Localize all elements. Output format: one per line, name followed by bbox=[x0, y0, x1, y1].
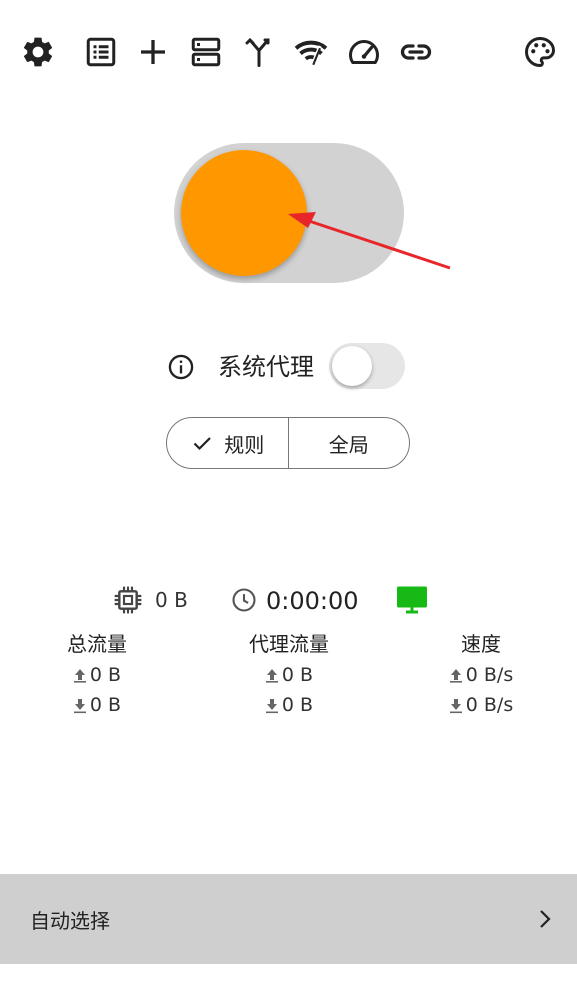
top-toolbar bbox=[0, 0, 577, 104]
mode-rule-button[interactable]: 规则 bbox=[167, 418, 288, 468]
proxy-traffic-title: 代理流量 bbox=[249, 632, 329, 656]
red-arrow-annotation bbox=[288, 212, 451, 270]
upload-icon bbox=[449, 669, 462, 683]
proxy-download: 0 B bbox=[209, 690, 369, 720]
upload-speed-value: 0 B/s bbox=[465, 664, 514, 686]
proxy-upload: 0 B bbox=[209, 660, 369, 690]
mode-rule-label: 规则 bbox=[224, 432, 265, 457]
download-icon bbox=[449, 699, 462, 714]
proxy-traffic: 代理流量 0 B 0 B bbox=[209, 630, 369, 720]
clock-icon bbox=[232, 588, 256, 612]
total-upload: 0 B bbox=[17, 660, 177, 690]
server-icon[interactable] bbox=[188, 34, 224, 70]
download-speed-value: 0 B/s bbox=[465, 694, 514, 716]
speed: 速度 0 B/s 0 B/s bbox=[401, 630, 561, 720]
proxy-upload-value: 0 B bbox=[281, 664, 314, 686]
upload-speed: 0 B/s bbox=[401, 660, 561, 690]
upload-icon bbox=[265, 669, 278, 683]
merge-icon[interactable] bbox=[241, 34, 277, 70]
download-speed: 0 B/s bbox=[401, 690, 561, 720]
system-proxy-label: 系统代理 bbox=[218, 353, 314, 381]
total-download-value: 0 B bbox=[89, 694, 122, 716]
monitor-icon[interactable] bbox=[394, 582, 430, 618]
total-download: 0 B bbox=[17, 690, 177, 720]
check-icon bbox=[190, 431, 214, 455]
download-icon bbox=[73, 699, 86, 714]
plus-icon[interactable] bbox=[135, 34, 171, 70]
speedometer-icon[interactable] bbox=[346, 34, 382, 70]
list-icon[interactable] bbox=[83, 34, 119, 70]
memory-chip-icon bbox=[114, 586, 142, 614]
memory-usage: 0 B bbox=[155, 588, 188, 612]
total-upload-value: 0 B bbox=[89, 664, 122, 686]
upload-icon bbox=[73, 669, 86, 683]
speed-title: 速度 bbox=[461, 632, 501, 656]
auto-select-label: 自动选择 bbox=[30, 909, 110, 933]
auto-select-bar[interactable]: 自动选择 bbox=[0, 874, 577, 964]
chevron-right-icon[interactable] bbox=[533, 906, 557, 932]
uptime: 0:00:00 bbox=[266, 587, 359, 615]
wifi-signal-icon[interactable] bbox=[293, 34, 329, 70]
system-proxy-toggle-knob[interactable] bbox=[332, 346, 372, 386]
mode-global-label: 全局 bbox=[328, 432, 369, 457]
info-icon[interactable] bbox=[167, 353, 195, 381]
gear-icon[interactable] bbox=[20, 34, 56, 70]
mode-global-button[interactable]: 全局 bbox=[287, 418, 410, 468]
total-traffic: 总流量 0 B 0 B bbox=[17, 630, 177, 720]
palette-icon[interactable] bbox=[522, 34, 558, 70]
system-proxy-row: 系统代理 bbox=[0, 340, 577, 394]
status-row: 0 B 0:00:00 bbox=[0, 582, 577, 622]
link-icon[interactable] bbox=[398, 34, 434, 70]
total-traffic-title: 总流量 bbox=[67, 632, 127, 656]
proxy-download-value: 0 B bbox=[281, 694, 314, 716]
download-icon bbox=[265, 699, 278, 714]
mode-selector: 规则 全局 bbox=[166, 417, 410, 469]
system-proxy-toggle[interactable] bbox=[329, 343, 405, 389]
